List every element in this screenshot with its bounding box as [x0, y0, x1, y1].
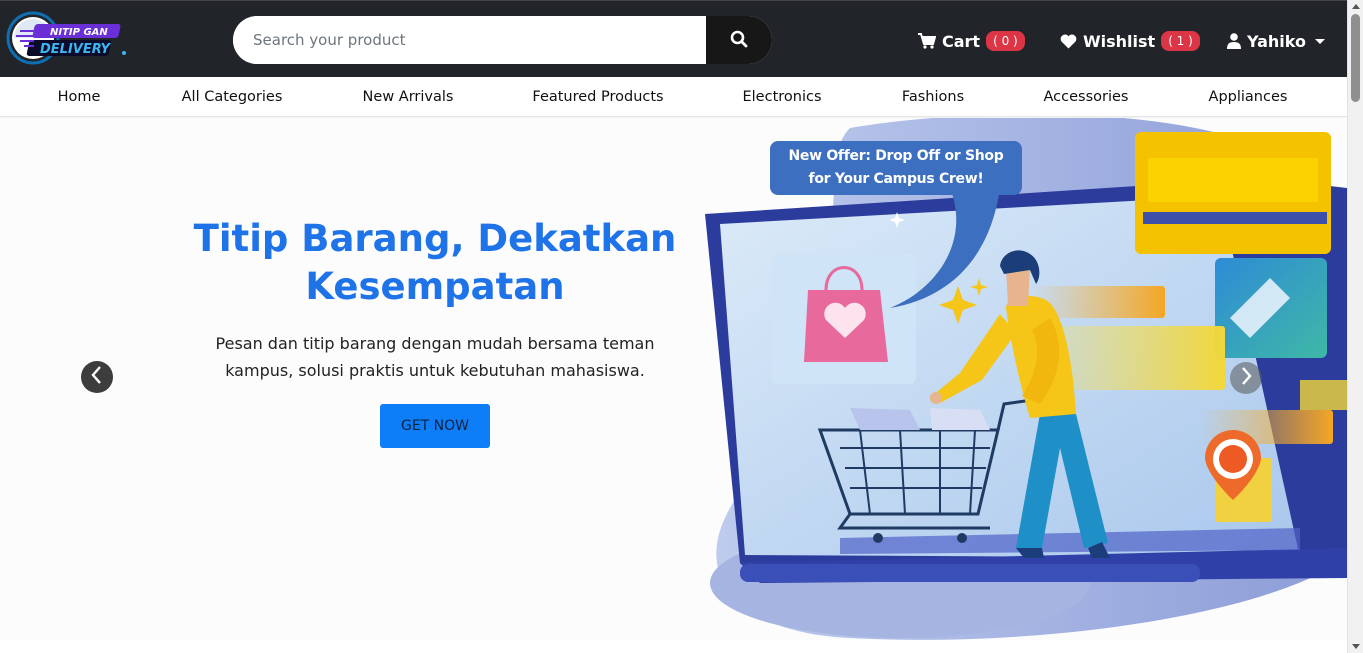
chevron-right-icon	[1239, 366, 1253, 391]
scroll-up-arrow-icon[interactable]	[1352, 4, 1360, 9]
offer-line-2: for Your Campus Crew!	[808, 171, 984, 187]
top-header: NITIP GAN DELIVERY Search your product C…	[0, 0, 1347, 77]
nav-new-arrivals[interactable]: New Arrivals	[363, 77, 454, 117]
wishlist-count-badge: ( 1 )	[1161, 31, 1200, 51]
cart-icon	[918, 33, 936, 49]
hero-title: Titip Barang, Dekatkan Kesempatan	[193, 217, 677, 308]
hero-carousel: New Offer: Drop Off or Shop for Your Cam…	[0, 118, 1347, 640]
page-scrollbar[interactable]	[1347, 0, 1363, 653]
brand-logo[interactable]: NITIP GAN DELIVERY	[6, 10, 131, 66]
get-now-button[interactable]: GET NOW	[380, 404, 490, 448]
nav-fashions[interactable]: Fashions	[902, 77, 964, 117]
search-icon	[730, 30, 748, 51]
user-menu[interactable]: Yahiko	[1227, 28, 1325, 54]
page: NITIP GAN DELIVERY Search your product C…	[0, 0, 1363, 653]
wishlist-label: Wishlist	[1083, 31, 1156, 51]
nav-accessories[interactable]: Accessories	[1044, 77, 1129, 117]
cart-link[interactable]: Cart ( 0 )	[918, 28, 1025, 54]
chevron-down-icon	[1315, 38, 1325, 44]
user-name: Yahiko	[1247, 31, 1306, 51]
heart-icon	[1060, 34, 1077, 49]
search-button[interactable]	[706, 16, 772, 64]
cart-label: Cart	[942, 31, 981, 51]
carousel-next-button[interactable]	[1230, 362, 1262, 394]
page-bottom	[0, 640, 1347, 653]
nav-home[interactable]: Home	[58, 77, 101, 117]
category-nav: Home All Categories New Arrivals Feature…	[0, 77, 1347, 117]
nav-all-categories[interactable]: All Categories	[182, 77, 283, 117]
scroll-thumb[interactable]	[1351, 14, 1360, 102]
carousel-prev-button[interactable]	[81, 361, 113, 393]
offer-bubble: New Offer: Drop Off or Shop for Your Cam…	[770, 141, 1022, 195]
scroll-down-arrow-icon[interactable]	[1352, 644, 1360, 649]
nav-appliances[interactable]: Appliances	[1209, 77, 1288, 117]
cart-count-badge: ( 0 )	[986, 31, 1025, 51]
nav-featured-products[interactable]: Featured Products	[532, 77, 663, 117]
search-bar	[233, 16, 772, 64]
offer-line-1: New Offer: Drop Off or Shop	[788, 148, 1004, 164]
svg-text:DELIVERY: DELIVERY	[40, 42, 112, 57]
search-input[interactable]	[233, 16, 706, 64]
chevron-left-icon	[90, 365, 104, 390]
hero-description: Pesan dan titip barang dengan mudah bers…	[215, 334, 655, 380]
wishlist-link[interactable]: Wishlist ( 1 )	[1060, 28, 1200, 54]
svg-text:NITIP GAN: NITIP GAN	[50, 27, 108, 38]
nav-electronics[interactable]: Electronics	[742, 77, 821, 117]
user-icon	[1227, 33, 1241, 49]
